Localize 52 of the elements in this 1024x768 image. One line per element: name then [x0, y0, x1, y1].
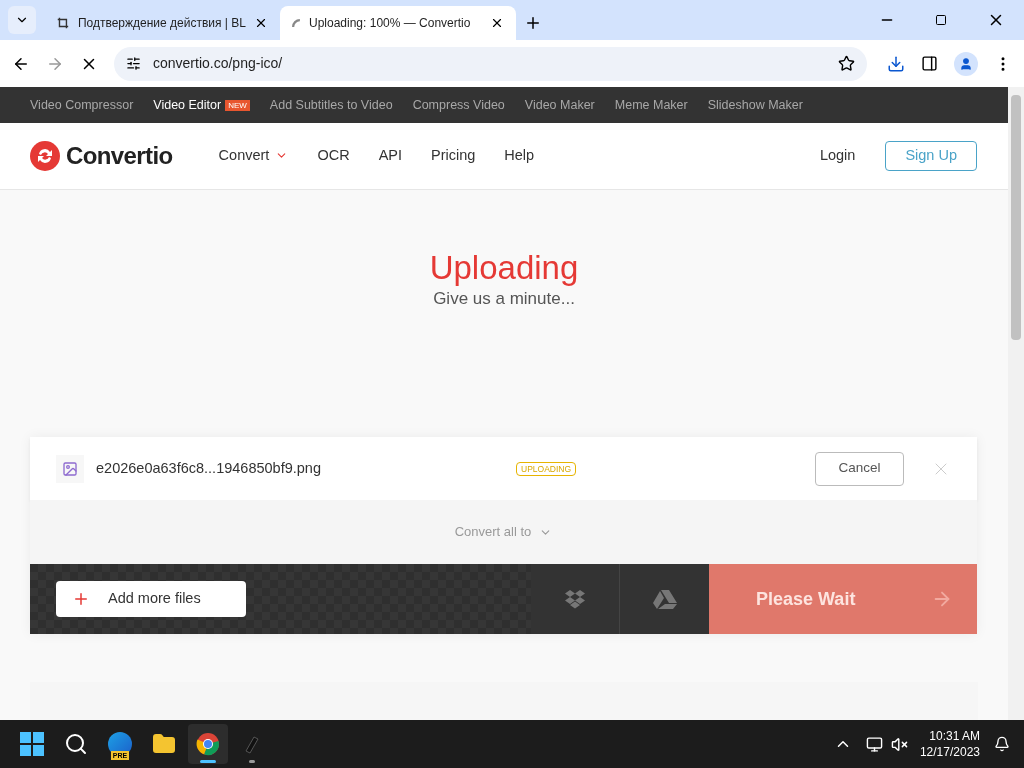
promo-link[interactable]: Meme Maker — [614, 95, 688, 115]
logo-icon — [30, 140, 60, 171]
scrollbar[interactable] — [1008, 87, 1024, 720]
chrome-icon — [196, 732, 220, 756]
site-settings-icon[interactable] — [126, 56, 141, 71]
download-icon[interactable] — [887, 54, 905, 73]
url-text: convertio.co/png-ico/ — [153, 54, 284, 73]
dropbox-button[interactable] — [531, 564, 620, 635]
browser-tab[interactable]: Подтверждение действия | BL — [44, 6, 280, 40]
close-icon[interactable] — [490, 16, 504, 30]
close-icon[interactable] — [254, 16, 268, 30]
image-file-icon — [56, 454, 84, 483]
drive-icon — [652, 589, 677, 610]
muted-speaker-icon[interactable] — [890, 735, 908, 753]
promo-link[interactable]: Video Compressor — [30, 95, 134, 115]
clock-time: 10:31 AM — [929, 728, 980, 744]
promo-link[interactable]: Slideshow Maker — [707, 95, 803, 115]
nav-link[interactable]: Pricing — [431, 144, 476, 167]
tab-title: Подтверждение действия | BL — [77, 15, 246, 32]
page-title: Uploading — [429, 247, 579, 288]
nav-link[interactable]: Convert — [218, 144, 289, 167]
profile-avatar[interactable] — [954, 51, 978, 76]
tab-title: Uploading: 100% — Convertio — [309, 15, 472, 32]
new-badge: NEW — [225, 99, 250, 111]
file-name: e2026e0a63f6c8...1946850bf9.png — [96, 458, 322, 478]
browser-tab[interactable]: Uploading: 100% — Convertio — [280, 6, 516, 40]
taskbar-app[interactable] — [188, 724, 228, 764]
nav-link[interactable]: OCR — [317, 144, 350, 167]
nav-link[interactable]: API — [378, 144, 402, 167]
bookmark-star-icon[interactable] — [838, 55, 855, 72]
page-subtitle: Give us a minute... — [433, 287, 575, 310]
promo-link[interactable]: Video Maker — [524, 95, 595, 115]
login-link[interactable]: Login — [819, 144, 856, 167]
notification-icon[interactable] — [994, 736, 1010, 752]
new-tab-icon[interactable] — [524, 14, 542, 32]
dropbox-icon — [564, 589, 586, 610]
folder-icon — [152, 732, 176, 756]
search-icon[interactable] — [64, 732, 88, 756]
status-badge: UPLOADING — [516, 461, 577, 476]
address-field[interactable]: convertio.co/png-ico/ — [114, 46, 867, 81]
promo-link[interactable]: Compress Video — [412, 95, 505, 115]
promo-link[interactable]: Video Editor — [153, 95, 222, 115]
google-drive-button[interactable] — [620, 564, 709, 635]
side-panel-icon[interactable] — [921, 55, 938, 72]
clock-date: 12/17/2023 — [919, 744, 980, 760]
maximize-icon[interactable] — [935, 14, 947, 26]
promo-link[interactable]: Add Subtitles to Video — [269, 95, 393, 115]
nav-link[interactable]: Help — [504, 144, 535, 167]
logo-text: Convertio — [66, 140, 173, 171]
network-icon[interactable] — [865, 735, 883, 753]
start-icon[interactable] — [20, 732, 44, 756]
cancel-button[interactable]: Cancel — [815, 451, 904, 486]
